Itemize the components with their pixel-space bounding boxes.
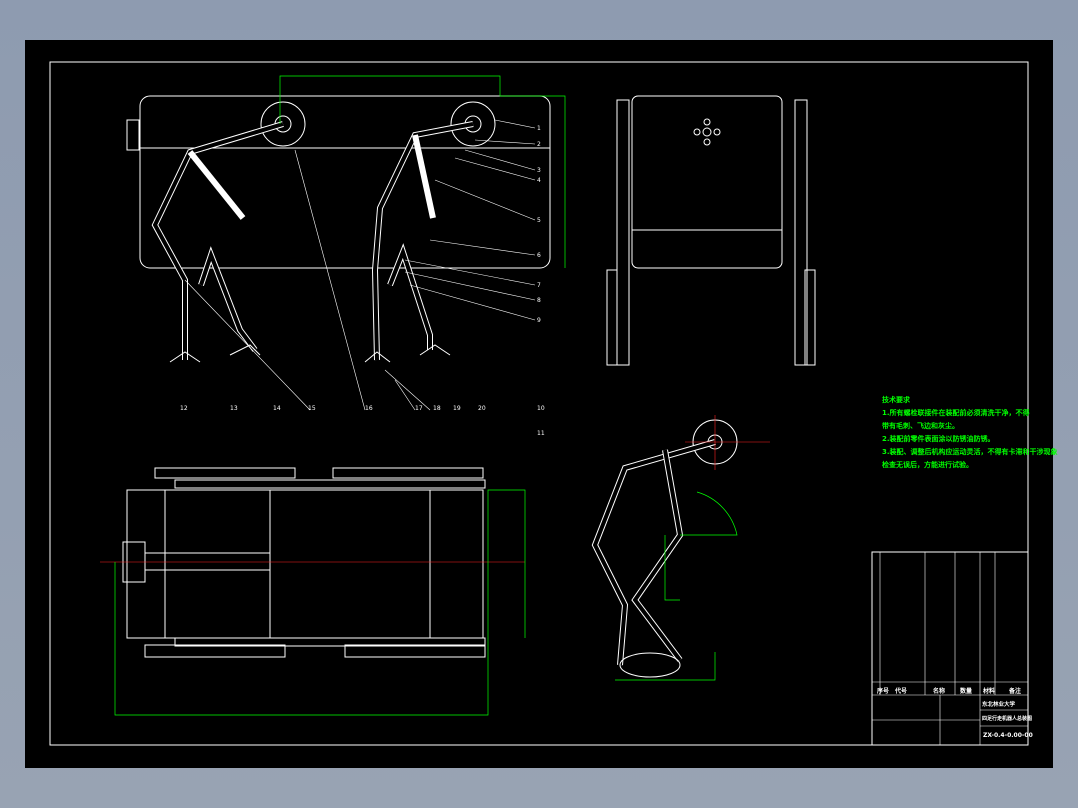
note-line: 带有毛刺、飞边和灰尘。 bbox=[882, 422, 959, 430]
balloon-14: 14 bbox=[273, 405, 281, 412]
balloon-16: 16 bbox=[365, 405, 373, 412]
drawing-number: ZX-0.4-0.00-00 bbox=[983, 732, 1033, 739]
balloon-5: 5 bbox=[537, 217, 541, 224]
balloon-13: 13 bbox=[230, 405, 238, 412]
body-front-view bbox=[631, 95, 783, 269]
balloon-7: 7 bbox=[537, 282, 541, 289]
balloon-12: 12 bbox=[180, 405, 188, 412]
balloon-4: 4 bbox=[537, 177, 541, 184]
body-side-view bbox=[139, 95, 551, 269]
header-material: 材料 bbox=[983, 688, 996, 695]
balloon-1: 1 bbox=[537, 125, 541, 132]
header-seq: 序号 bbox=[877, 688, 890, 695]
balloon-20: 20 bbox=[478, 405, 486, 412]
notes-title: 技术要求 bbox=[882, 396, 910, 404]
balloon-6: 6 bbox=[537, 252, 541, 259]
balloon-10: 10 bbox=[537, 405, 545, 412]
header-name: 名称 bbox=[933, 688, 946, 695]
balloon-8: 8 bbox=[537, 297, 541, 304]
note-line: 2.装配前零件表面涂以防锈油防锈。 bbox=[882, 435, 995, 443]
balloon-17: 17 bbox=[415, 405, 423, 412]
header-code: 代号 bbox=[895, 688, 908, 695]
drawing-name: 四足行走机器人总装图 bbox=[982, 716, 1033, 722]
note-line: 3.装配、调整后机构应运动灵活，不得有卡滞和干涉现象 bbox=[882, 448, 1058, 456]
balloon-9: 9 bbox=[537, 317, 541, 324]
balloon-11: 11 bbox=[537, 430, 545, 437]
note-line: 1.所有螺栓联接件在装配前必须清洗干净，不得 bbox=[882, 409, 1030, 417]
technical-requirements: 技术要求 1.所有螺栓联接件在装配前必须清洗干净，不得 带有毛刺、飞边和灰尘。 … bbox=[882, 394, 1058, 472]
balloon-19: 19 bbox=[453, 405, 461, 412]
balloon-3: 3 bbox=[537, 167, 541, 174]
header-note: 备注 bbox=[1009, 688, 1022, 695]
school-name: 东北林业大学 bbox=[982, 702, 1016, 708]
balloon-15: 15 bbox=[308, 405, 316, 412]
balloon-2: 2 bbox=[537, 141, 541, 148]
cad-drawing-canvas[interactable]: 1 2 3 4 5 6 7 8 9 12 13 14 15 16 17 18 1… bbox=[25, 40, 1058, 768]
header-qty: 数量 bbox=[960, 688, 973, 695]
balloon-18: 18 bbox=[433, 405, 441, 412]
note-line: 检查无误后，方能进行试验。 bbox=[882, 461, 973, 469]
